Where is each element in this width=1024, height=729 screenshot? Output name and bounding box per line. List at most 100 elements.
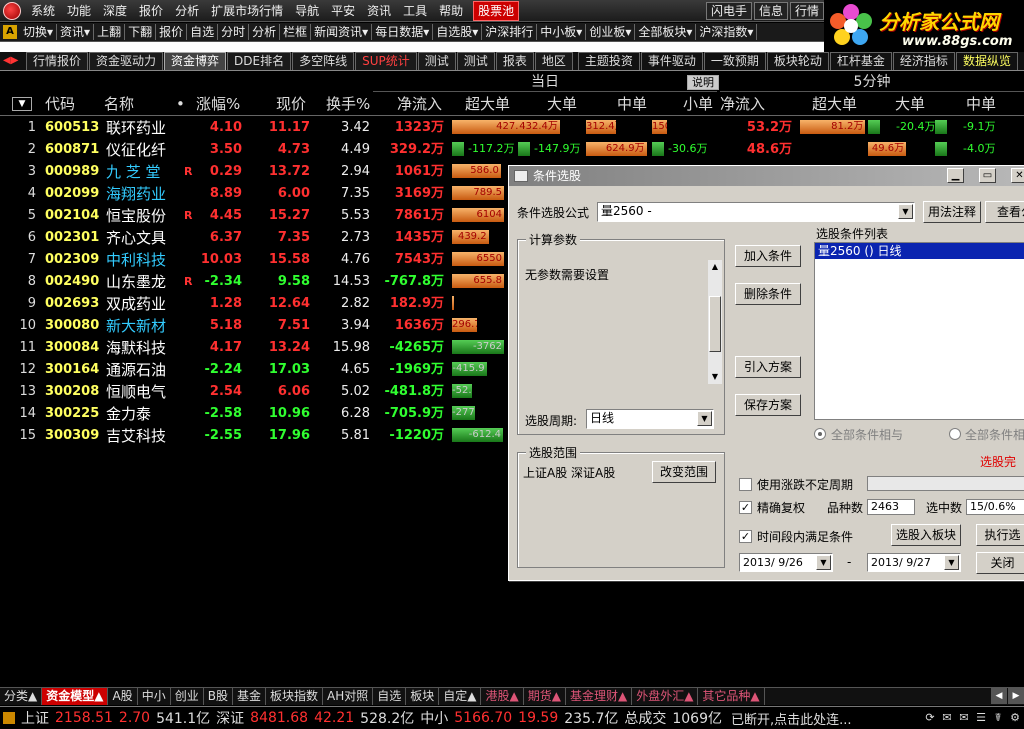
tab-fund-driver[interactable]: 资金驱动力 xyxy=(89,52,164,70)
radio-or[interactable] xyxy=(949,428,961,440)
sh-value[interactable]: 2158.51 xyxy=(52,710,116,726)
radio-and[interactable] xyxy=(814,428,826,440)
col-net-inflow[interactable]: 净流入 xyxy=(397,92,442,116)
stock-code[interactable]: 002693 xyxy=(45,293,99,315)
menu-pingan[interactable]: 平安 xyxy=(325,0,361,22)
stock-name[interactable]: 九 芝 堂 xyxy=(106,161,161,183)
save-plan-button[interactable]: 保存方案 xyxy=(735,394,801,416)
col-change-pct[interactable]: 涨幅% xyxy=(196,92,240,116)
menu-extended-market[interactable]: 扩展市场行情 xyxy=(205,0,289,22)
table-row[interactable]: 2 600871 仪征化纤 3.50 4.73 4.49 329.2万 -117.2万 -147… xyxy=(0,139,1024,161)
stock-name[interactable]: 金力泰 xyxy=(106,403,151,425)
stock-code[interactable]: 300084 xyxy=(45,337,99,359)
bottom-tab-11[interactable]: 自定▲ xyxy=(439,688,482,705)
menu-analysis[interactable]: 分析 xyxy=(169,0,205,22)
usage-notes-button[interactable]: 用法注释 xyxy=(923,201,981,223)
menu-function[interactable]: 功能 xyxy=(61,0,97,22)
stock-code[interactable]: 600871 xyxy=(45,139,99,161)
toolbar-switch[interactable]: 切换▾ xyxy=(20,24,58,40)
chevron-down-icon[interactable]: ▼ xyxy=(697,411,712,426)
uncertain-period-checkbox[interactable] xyxy=(739,478,752,491)
tab-event-driven[interactable]: 事件驱动 xyxy=(640,52,703,70)
toolbar-quote[interactable]: 报价 xyxy=(156,24,188,40)
tab-quote[interactable]: 行情报价 xyxy=(26,52,89,70)
close-icon[interactable]: ✕ xyxy=(1011,168,1024,183)
change-range-button[interactable]: 改变范围 xyxy=(652,461,716,483)
tab-sup-stats[interactable]: SUP统计 xyxy=(355,52,417,70)
stock-name[interactable]: 通源石油 xyxy=(106,359,166,381)
tab-dde-rank[interactable]: DDE排名 xyxy=(227,52,292,70)
maximize-icon[interactable]: ▭ xyxy=(979,168,996,183)
toolbar-frame[interactable]: 栏框 xyxy=(280,24,312,40)
toolbar-page-up[interactable]: 上翻 xyxy=(94,24,126,40)
stock-name[interactable]: 中利科技 xyxy=(106,249,166,271)
message-icon[interactable]: ✉ xyxy=(957,711,971,725)
col-turnover[interactable]: 换手% xyxy=(326,92,370,116)
col-price[interactable]: 现价 xyxy=(276,92,306,116)
col-super-large[interactable]: 超大单 xyxy=(465,92,510,116)
menu-tools[interactable]: 工具 xyxy=(397,0,433,22)
menu-news[interactable]: 资讯 xyxy=(361,0,397,22)
menu-system[interactable]: 系统 xyxy=(25,0,61,22)
tab-fund-game[interactable]: 资金博弈 xyxy=(164,52,227,70)
exact-adjust-checkbox[interactable]: ✓ xyxy=(739,501,752,514)
toolbar-daily-data[interactable]: 每日数据▾ xyxy=(372,24,434,40)
timerange-checkbox[interactable]: ✓ xyxy=(739,530,752,543)
bottom-tab-4[interactable]: 创业 xyxy=(171,688,204,705)
stock-name[interactable]: 山东墨龙 xyxy=(106,271,166,293)
menu-help[interactable]: 帮助 xyxy=(433,0,469,22)
app-logo-icon[interactable] xyxy=(3,1,21,20)
toolbar-chinext[interactable]: 创业板▾ xyxy=(586,24,636,40)
tab-long-short[interactable]: 多空阵线 xyxy=(292,52,355,70)
col-5min-super-large[interactable]: 超大单 xyxy=(812,92,857,116)
minimize-icon[interactable]: ▁ xyxy=(947,168,964,183)
signal-icon[interactable]: ☰ xyxy=(974,711,988,725)
tab-report[interactable]: 报表 xyxy=(495,52,534,70)
mail-icon[interactable]: ✉ xyxy=(940,711,954,725)
flash-trade-button[interactable]: 闪电手 xyxy=(705,2,752,20)
stock-code[interactable]: 300309 xyxy=(45,425,99,447)
toolbar-page-down[interactable]: 下翻 xyxy=(125,24,157,40)
toolbar-all-sectors[interactable]: 全部板块▾ xyxy=(635,24,697,40)
toolbar-my-stocks[interactable]: 自选股▾ xyxy=(433,24,483,40)
stock-code[interactable]: 600513 xyxy=(45,117,99,139)
chevron-down-icon[interactable]: ▼ xyxy=(944,555,959,570)
toolbar-intraday[interactable]: 分时 xyxy=(218,24,250,40)
tab-data-overview[interactable]: 数据纵览 xyxy=(955,52,1018,70)
stock-code[interactable]: 300164 xyxy=(45,359,99,381)
stock-code[interactable]: 002301 xyxy=(45,227,99,249)
settings-icon[interactable]: ⚙ xyxy=(1008,711,1022,725)
connection-message[interactable]: 已断开,点击此处连... xyxy=(731,709,852,728)
stock-name[interactable]: 双成药业 xyxy=(106,293,166,315)
stock-code[interactable]: 002309 xyxy=(45,249,99,271)
add-condition-button[interactable]: 加入条件 xyxy=(735,245,801,267)
menu-quote[interactable]: 报价 xyxy=(133,0,169,22)
scroll-thumb[interactable] xyxy=(709,296,721,352)
params-scrollbar[interactable]: ▲ ▼ xyxy=(708,260,722,384)
chevron-down-icon[interactable]: ▼ xyxy=(816,555,831,570)
scroll-left-icon[interactable]: ◀ xyxy=(991,688,1007,704)
bottom-tab-7[interactable]: 板块指数 xyxy=(266,688,323,705)
col-5min-net-inflow[interactable]: 净流入 xyxy=(720,92,765,116)
menu-stock-pool[interactable]: 股票池 xyxy=(473,0,520,21)
col-large[interactable]: 大单 xyxy=(547,92,577,116)
quote-button[interactable]: 行情 xyxy=(789,2,824,20)
bottom-tab-13[interactable]: 期货▲ xyxy=(524,688,566,705)
chevron-down-icon[interactable]: ▼ xyxy=(898,204,913,219)
col-code[interactable]: 代码 xyxy=(45,92,75,116)
bottom-tab-8[interactable]: AH对照 xyxy=(323,688,374,705)
col-medium[interactable]: 中单 xyxy=(617,92,647,116)
formula-select[interactable]: 量2560 - ▼ xyxy=(597,202,915,222)
stock-name[interactable]: 海默科技 xyxy=(106,337,166,359)
import-plan-button[interactable]: 引入方案 xyxy=(735,356,801,378)
stock-name[interactable]: 仪征化纤 xyxy=(106,139,166,161)
tab-test-2[interactable]: 测试 xyxy=(456,52,495,70)
col-5min-medium[interactable]: 中单 xyxy=(966,92,996,116)
stock-code[interactable]: 000989 xyxy=(45,161,99,183)
menu-depth[interactable]: 深度 xyxy=(97,0,133,22)
bottom-tab-1[interactable]: 资金模型▲ xyxy=(42,688,109,705)
dialog-title-bar[interactable]: 条件选股 ▁ ▭ ✕ xyxy=(509,166,1024,186)
run-screen-button[interactable]: 执行选 xyxy=(976,524,1024,546)
bottom-tab-5[interactable]: B股 xyxy=(204,688,233,705)
tab-scroll-arrows-icon[interactable]: ◀▶ xyxy=(0,52,26,70)
